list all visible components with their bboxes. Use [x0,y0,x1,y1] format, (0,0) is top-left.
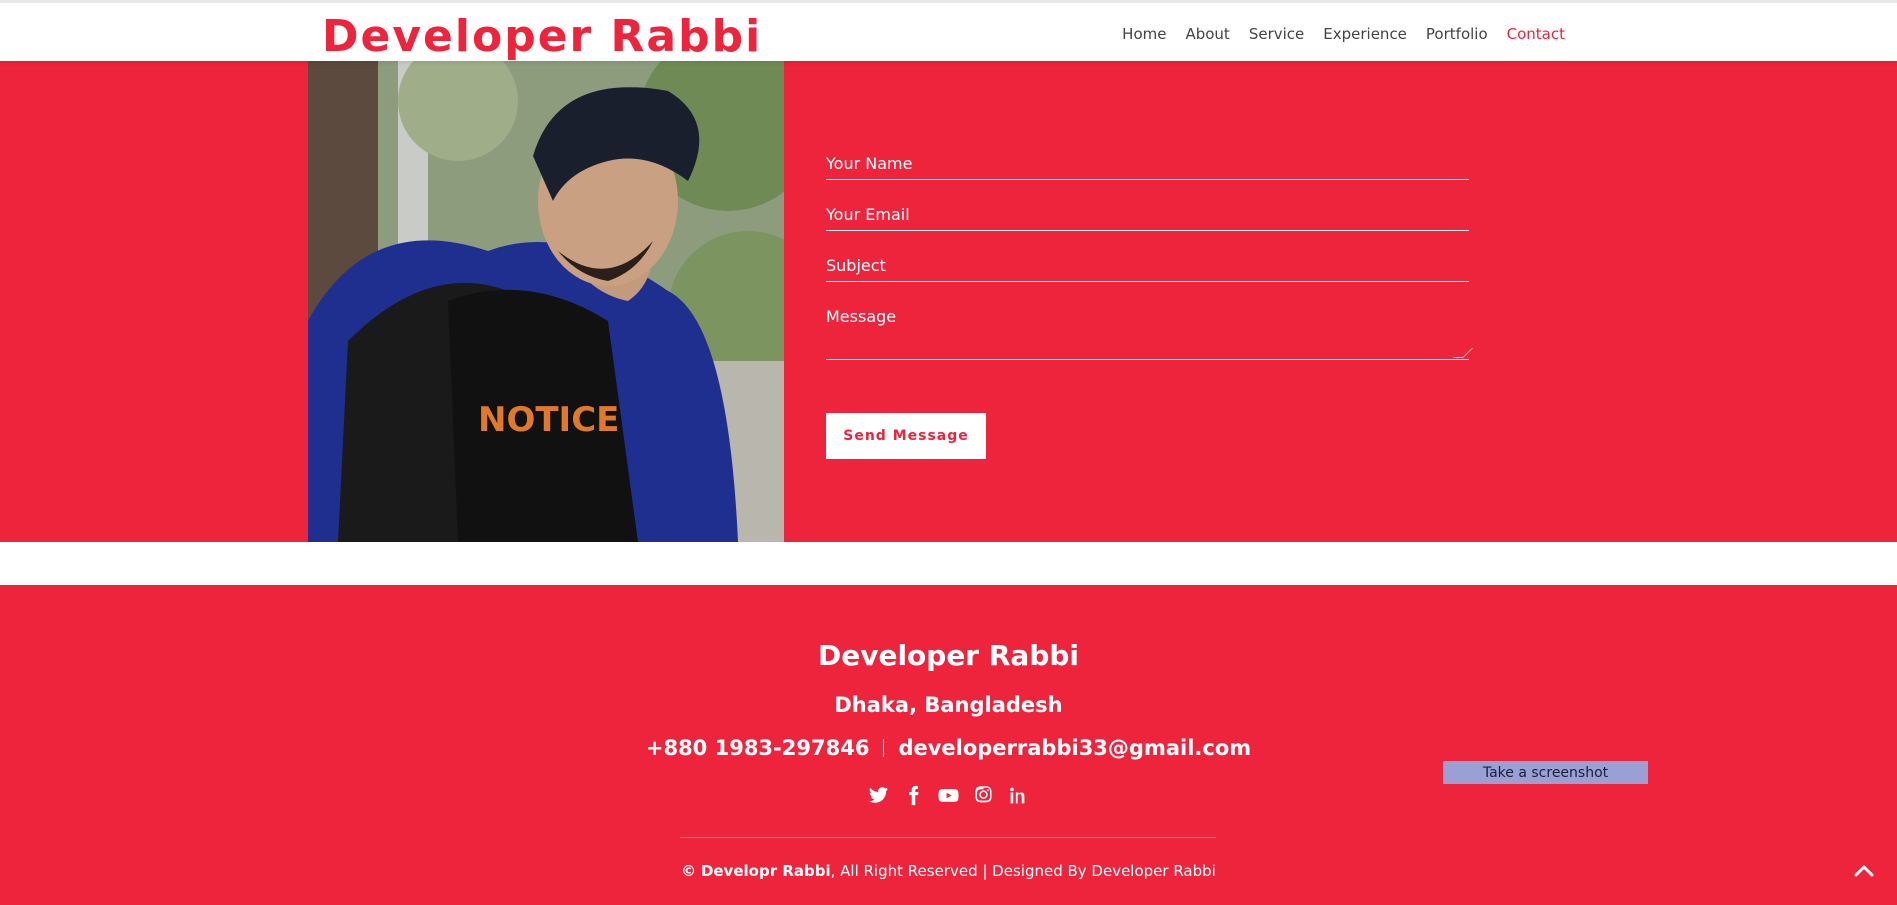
footer-contact-line: +880 1983-297846 developerrabbi33@gmail.… [0,736,1897,760]
facebook-icon[interactable] [903,785,924,806]
footer-email[interactable]: developerrabbi33@gmail.com [898,736,1251,760]
footer-divider [680,837,1216,838]
main-nav: Home About Service Experience Portfolio … [1122,25,1565,43]
name-input[interactable] [826,154,1469,173]
copyright-symbol: © [681,862,697,880]
nav-contact[interactable]: Contact [1507,25,1565,43]
contact-form [826,129,1473,360]
name-field-wrapper [826,129,1469,180]
nav-service[interactable]: Service [1249,25,1304,43]
copyright-name: Developr Rabbi [700,862,831,880]
chevron-up-icon[interactable] [1852,859,1876,883]
footer-title: Developer Rabbi [817,639,1080,672]
nav-about[interactable]: About [1185,25,1229,43]
footer-phone[interactable]: +880 1983-297846 [646,736,870,760]
brand-logo[interactable]: Developer Rabbi [322,11,762,62]
nav-experience[interactable]: Experience [1323,25,1407,43]
email-field-wrapper [826,180,1469,231]
profile-photo: NOTICE [308,61,784,542]
site-header: Developer Rabbi Home About Service Exper… [0,0,1897,62]
send-message-button[interactable]: Send Message [826,413,986,459]
contact-section: NOTICE Send Message [0,61,1897,542]
footer-copyright: © Developr Rabbi, All Right Reserved | D… [0,862,1897,880]
subject-field-wrapper [826,231,1469,282]
email-input[interactable] [826,205,1469,224]
youtube-icon[interactable] [938,785,959,806]
social-links [0,785,1897,806]
nav-portfolio[interactable]: Portfolio [1426,25,1488,43]
nav-home[interactable]: Home [1122,25,1166,43]
copyright-rest: , All Right Reserved | Designed By Devel… [830,862,1216,880]
svg-text:NOTICE: NOTICE [478,400,619,440]
footer-separator [883,739,885,757]
footer-location: Dhaka, Bangladesh [834,693,1063,717]
twitter-icon[interactable] [868,785,889,806]
take-screenshot-button[interactable]: Take a screenshot [1443,761,1648,784]
site-footer: Developer Rabbi Dhaka, Bangladesh +880 1… [0,585,1897,905]
linkedin-icon[interactable] [1008,785,1029,806]
subject-input[interactable] [826,256,1469,275]
message-textarea[interactable] [826,307,1469,360]
instagram-icon[interactable] [973,785,994,806]
message-field-wrapper [826,282,1473,360]
